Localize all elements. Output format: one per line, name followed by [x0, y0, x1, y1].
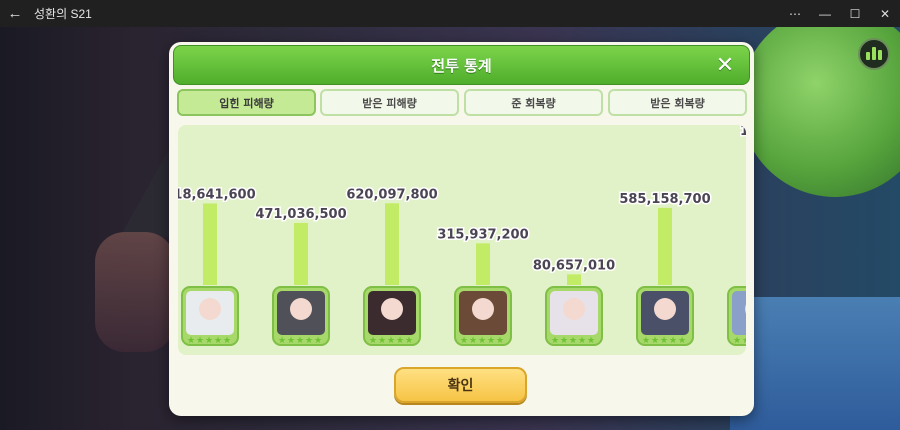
- damage-bar-chart: 618,641,600★★★★★471,036,500★★★★★620,097,…: [178, 125, 746, 346]
- hero-face: [381, 298, 403, 320]
- rating-star-icon: ★: [587, 336, 595, 346]
- hero-portrait: [732, 291, 746, 335]
- rating-star-icon: ★: [369, 336, 377, 346]
- rating-star-icon: ★: [469, 336, 477, 346]
- damage-bar: [385, 203, 399, 285]
- rating-star-icon: ★: [205, 336, 213, 346]
- damage-value-label: 80,657,010: [533, 258, 615, 273]
- rating-star-icon: ★: [460, 336, 468, 346]
- rating-star-icon: ★: [387, 336, 395, 346]
- rating-star-icon: ★: [733, 336, 741, 346]
- hero-face: [199, 298, 221, 320]
- dialog-title: 전투 통계: [431, 57, 492, 75]
- background-characters: [95, 232, 175, 352]
- maximize-icon[interactable]: ☐: [840, 0, 870, 27]
- window-controls: ⋯ — ☐ ✕: [780, 0, 900, 27]
- tab-damage-dealt[interactable]: 입힌 피해량: [177, 89, 316, 116]
- damage-value-label: 1,10: [740, 125, 746, 139]
- damage-value-label: 585,158,700: [619, 192, 710, 207]
- damage-bar: [203, 203, 217, 285]
- rating-star-icon: ★: [551, 336, 559, 346]
- tab-healing-received[interactable]: 받은 회복량: [608, 89, 747, 116]
- more-icon[interactable]: ⋯: [780, 0, 810, 27]
- tab-damage-taken[interactable]: 받은 피해량: [320, 89, 459, 116]
- close-icon[interactable]: ✕: [870, 0, 900, 27]
- rating-star-icon: ★: [287, 336, 295, 346]
- dialog-header: 전투 통계 ✕: [173, 45, 750, 85]
- damage-bar: [294, 222, 308, 285]
- damage-chart: 618,641,600★★★★★471,036,500★★★★★620,097,…: [178, 125, 746, 355]
- damage-value-label: 618,641,600: [178, 187, 256, 202]
- rating-star-icon: ★: [187, 336, 195, 346]
- rating-star-icon: ★: [487, 336, 495, 346]
- confirm-button[interactable]: 확인: [394, 367, 527, 403]
- rating-star-icon: ★: [496, 336, 504, 346]
- rating-star-icon: ★: [669, 336, 677, 346]
- rating-star-icon: ★: [378, 336, 386, 346]
- background-water: [730, 297, 900, 430]
- rating-star-icon: ★: [196, 336, 204, 346]
- minimize-icon[interactable]: —: [810, 0, 840, 27]
- hero-face: [290, 298, 312, 320]
- hero-face: [563, 298, 585, 320]
- arrow-left-icon[interactable]: ←: [0, 5, 30, 22]
- damage-bar: [567, 274, 581, 285]
- rating-star-icon: ★: [742, 336, 746, 346]
- rating-star-icon: ★: [478, 336, 486, 346]
- rating-star-icon: ★: [678, 336, 686, 346]
- damage-value-label: 315,937,200: [437, 227, 528, 242]
- rating-star-icon: ★: [642, 336, 650, 346]
- tab-healing-done[interactable]: 준 회복량: [464, 89, 603, 116]
- rating-star-icon: ★: [569, 336, 577, 346]
- battle-stats-icon[interactable]: [858, 38, 890, 70]
- damage-value-label: 471,036,500: [255, 207, 346, 222]
- rating-star-icon: ★: [223, 336, 231, 346]
- rating-star-icon: ★: [578, 336, 586, 346]
- rating-star-icon: ★: [660, 336, 668, 346]
- rating-star-icon: ★: [305, 336, 313, 346]
- rating-star-icon: ★: [560, 336, 568, 346]
- rating-star-icon: ★: [214, 336, 222, 346]
- battle-stats-dialog: 전투 통계 ✕ 입힌 피해량 받은 피해량 준 회복량 받은 회복량 618,6…: [169, 42, 754, 416]
- stats-tabs: 입힌 피해량 받은 피해량 준 회복량 받은 회복량: [177, 89, 747, 116]
- rating-star-icon: ★: [296, 336, 304, 346]
- hero-face: [472, 298, 494, 320]
- hero-face: [654, 298, 676, 320]
- window-title-bar: ← 성환의 S21 ⋯ — ☐ ✕: [0, 0, 900, 27]
- rating-star-icon: ★: [278, 336, 286, 346]
- rating-star-icon: ★: [405, 336, 413, 346]
- close-icon[interactable]: ✕: [711, 52, 739, 80]
- rating-star-icon: ★: [396, 336, 404, 346]
- damage-bar: [476, 243, 490, 285]
- rating-star-icon: ★: [314, 336, 322, 346]
- window-title: 성환의 S21: [34, 7, 92, 21]
- rating-star-icon: ★: [651, 336, 659, 346]
- damage-bar: [658, 207, 672, 285]
- damage-value-label: 620,097,800: [346, 187, 437, 202]
